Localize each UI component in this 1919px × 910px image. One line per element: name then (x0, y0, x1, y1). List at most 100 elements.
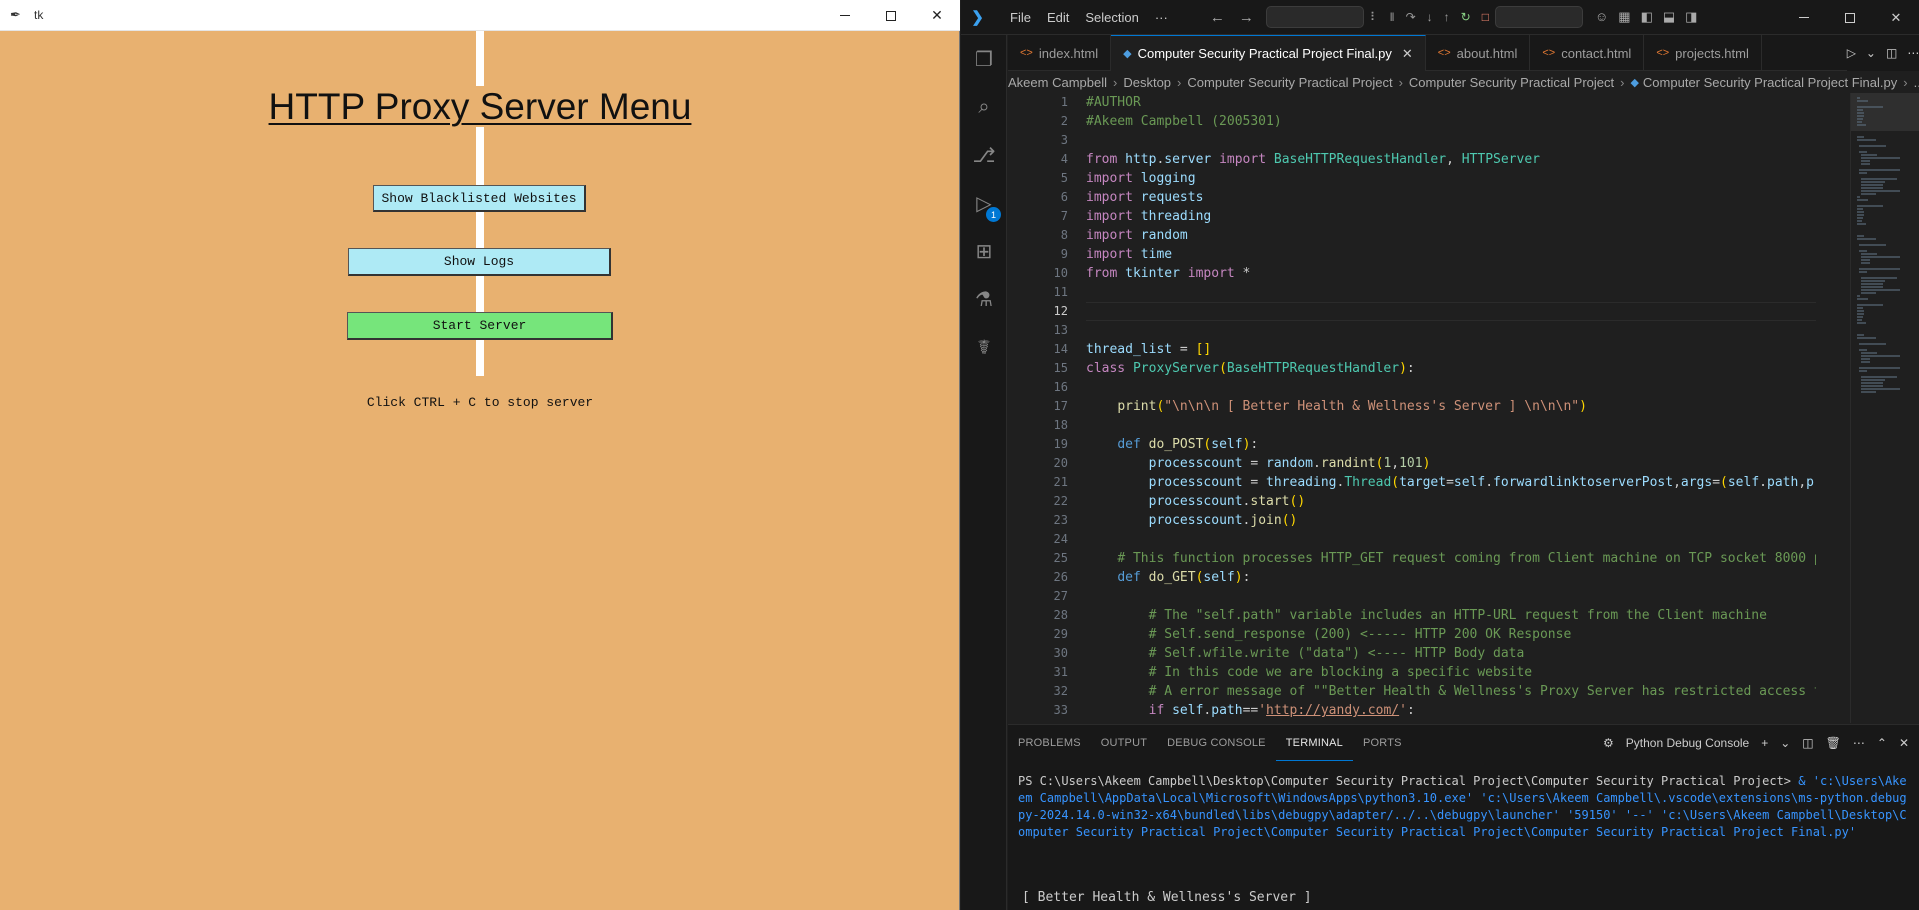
code-line[interactable] (1086, 530, 1816, 549)
minimap[interactable] (1850, 93, 1919, 723)
menu-more[interactable]: ··· (1147, 10, 1176, 25)
tk-titlebar[interactable]: ✒ tk ✕ (0, 0, 960, 31)
search-icon[interactable]: ⌕ (961, 85, 1007, 129)
tab-terminal[interactable]: TERMINAL (1275, 725, 1353, 761)
step-out-icon[interactable]: ↑ (1444, 10, 1450, 24)
more-icon[interactable]: ⋯ (1907, 46, 1919, 60)
split-editor-icon[interactable]: ◫ (1886, 46, 1897, 60)
show-blacklisted-websites-button[interactable]: Show Blacklisted Websites (373, 185, 586, 212)
breadcrumb-item[interactable]: Computer Security Practical Project (1187, 75, 1392, 90)
tab-problems[interactable]: PROBLEMS (1008, 725, 1091, 761)
code-line[interactable]: thread_list = [] (1086, 340, 1816, 359)
code-line[interactable] (1086, 416, 1816, 435)
code-line[interactable]: class ProxyServer(BaseHTTPRequestHandler… (1086, 359, 1816, 378)
code-line[interactable] (1086, 587, 1816, 606)
close-button[interactable]: ✕ (914, 0, 960, 31)
code-line[interactable]: processcount = random.randint(1,101) (1086, 454, 1816, 473)
code-line[interactable]: print("\n\n\n [ Better Health & Wellness… (1086, 397, 1816, 416)
code-area[interactable]: #AUTHOR #Akeem Campbell (2005301) from htt… (1086, 93, 1816, 720)
toggle-panel-icon[interactable]: ⬓ (1663, 9, 1675, 25)
show-logs-button[interactable]: Show Logs (348, 248, 611, 276)
search-box[interactable] (1494, 6, 1583, 28)
breadcrumb-item[interactable]: Computer Security Practical Project (1409, 75, 1614, 90)
start-server-button[interactable]: Start Server (347, 312, 613, 340)
minimize-button[interactable] (822, 0, 868, 31)
tab-projects-html[interactable]: <> projects.html (1644, 35, 1762, 71)
tab-index-html[interactable]: <> index.html (1008, 35, 1112, 71)
menu-file[interactable]: File (1002, 10, 1039, 25)
vscode-maximize-button[interactable] (1827, 0, 1873, 35)
code-line[interactable]: if self.path=='http://yandy.com/': (1086, 701, 1816, 720)
explorer-icon[interactable]: ❐ (961, 37, 1007, 81)
code-line[interactable]: def do_POST(self): (1086, 435, 1816, 454)
split-terminal-icon[interactable]: ◫ (1802, 736, 1813, 750)
vscode-minimize-button[interactable] (1781, 0, 1827, 35)
code-line[interactable]: # Self.wfile.write ("data") <---- HTTP B… (1086, 644, 1816, 663)
trash-icon[interactable]: 🗑 (1826, 736, 1841, 750)
tab-output[interactable]: OUTPUT (1091, 725, 1157, 761)
chevron-down-icon[interactable]: ⌄ (1780, 736, 1790, 750)
breadcrumb-item[interactable]: ... (1914, 75, 1919, 90)
terminal-output[interactable]: PS C:\Users\Akeem Campbell\Desktop\Compu… (1018, 773, 1908, 841)
toggle-secondary-sidebar-icon[interactable]: ◨ (1685, 9, 1697, 25)
command-center-search[interactable] (1265, 6, 1364, 28)
tab-contact-html[interactable]: <> contact.html (1530, 35, 1645, 71)
toggle-sidebar-icon[interactable]: ◧ (1641, 9, 1653, 25)
code-line[interactable]: import threading (1086, 207, 1816, 226)
code-line[interactable]: processcount.start() (1086, 492, 1816, 511)
close-panel-icon[interactable]: ✕ (1899, 736, 1909, 750)
code-line[interactable]: # This function processes HTTP_GET reque… (1086, 549, 1816, 568)
code-line[interactable]: def do_GET(self): (1086, 568, 1816, 587)
menu-selection[interactable]: Selection (1077, 10, 1146, 25)
tab-about-html[interactable]: <> about.html (1426, 35, 1531, 71)
breadcrumb-item[interactable]: Computer Security Practical Project Fina… (1643, 75, 1897, 90)
code-line[interactable] (1086, 378, 1816, 397)
close-tab-icon[interactable]: ✕ (1402, 46, 1413, 62)
breadcrumb-item[interactable]: Akeem Campbell (1008, 75, 1107, 90)
layout-icon[interactable]: ▦ (1618, 9, 1630, 25)
forward-arrow-icon[interactable]: → (1239, 9, 1254, 26)
more-icon[interactable]: ⋯ (1853, 736, 1865, 750)
tab-debug-console[interactable]: DEBUG CONSOLE (1157, 725, 1276, 761)
restart-icon[interactable]: ↻ (1461, 10, 1471, 24)
code-line[interactable]: #Akeem Campbell (2005301) (1086, 112, 1816, 131)
code-line[interactable]: # In this code we are blocking a specifi… (1086, 663, 1816, 682)
source-control-icon[interactable]: ⎇ (961, 133, 1007, 177)
code-line[interactable] (1086, 321, 1816, 340)
vscode-close-button[interactable]: ✕ (1873, 0, 1919, 35)
code-line[interactable] (1086, 283, 1816, 302)
run-icon[interactable]: ▷ (1847, 46, 1856, 60)
code-line[interactable]: processcount = threading.Thread(target=s… (1086, 473, 1816, 492)
stop-icon[interactable]: □ (1482, 10, 1489, 24)
menu-edit[interactable]: Edit (1039, 10, 1077, 25)
drag-handle-icon[interactable]: ⠇ (1370, 10, 1379, 24)
maximize-button[interactable] (868, 0, 914, 31)
new-terminal-icon[interactable]: + (1761, 736, 1768, 750)
maximize-panel-icon[interactable]: ⌃ (1877, 736, 1887, 750)
run-debug-icon[interactable]: ▷ 1 (961, 181, 1007, 225)
code-line[interactable]: from tkinter import * (1086, 264, 1816, 283)
code-line[interactable]: from http.server import BaseHTTPRequestH… (1086, 150, 1816, 169)
code-line[interactable] (1086, 302, 1816, 321)
code-line[interactable]: import requests (1086, 188, 1816, 207)
code-line[interactable] (1086, 131, 1816, 150)
breadcrumb-item[interactable]: Desktop (1123, 75, 1171, 90)
code-line[interactable]: import random (1086, 226, 1816, 245)
code-line[interactable]: # Self.send_response (200) <----- HTTP 2… (1086, 625, 1816, 644)
code-line[interactable]: # The "self.path" variable includes an H… (1086, 606, 1816, 625)
back-arrow-icon[interactable]: ← (1210, 9, 1225, 26)
code-editor[interactable]: 1 2 3 4 5 6 7 8 9 10 11 12 13 14 15 16 17 18 19 20 21 22 23 24 2… (1008, 93, 1919, 723)
tab-ports[interactable]: PORTS (1353, 725, 1412, 761)
code-line[interactable]: import logging (1086, 169, 1816, 188)
terminal-name[interactable]: Python Debug Console (1626, 736, 1749, 750)
tab-final-py[interactable]: ◆ Computer Security Practical Project Fin… (1111, 35, 1426, 71)
copilot-icon[interactable]: ☺ (1595, 9, 1608, 25)
python-icon[interactable]: ☤ (961, 325, 1007, 369)
code-line[interactable]: processcount.join() (1086, 511, 1816, 530)
code-line[interactable]: # A error message of ""Better Health & W… (1086, 682, 1816, 701)
pause-icon[interactable]: ‖ (1390, 10, 1395, 24)
code-line[interactable]: import time (1086, 245, 1816, 264)
testing-icon[interactable]: ⚗ (961, 277, 1007, 321)
extensions-icon[interactable]: ⊞ (961, 229, 1007, 273)
step-over-icon[interactable]: ↷ (1406, 10, 1416, 24)
